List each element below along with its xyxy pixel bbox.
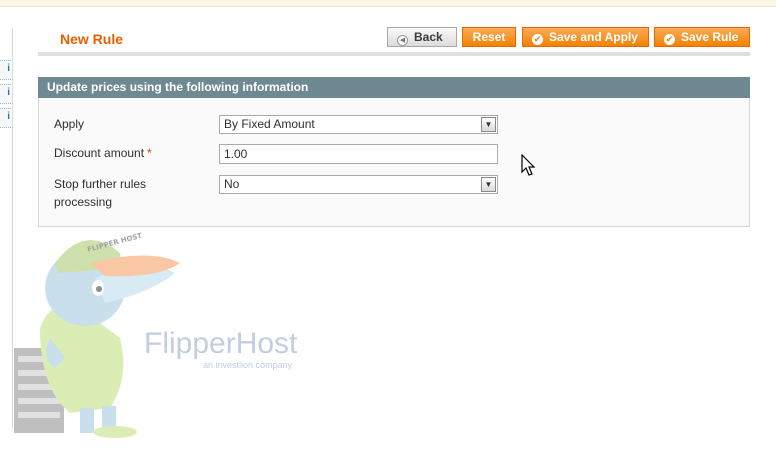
apply-select-value: By Fixed Amount: [224, 117, 315, 131]
back-button[interactable]: ◀ Back: [387, 27, 457, 47]
stop-processing-select[interactable]: No ▼: [219, 175, 498, 194]
stop-processing-label-line1: Stop further rules: [54, 177, 147, 191]
check-icon: ✔: [664, 34, 675, 45]
mouse-pointer-icon: [521, 154, 536, 176]
discount-amount-label: Discount amount *: [54, 144, 152, 162]
discount-amount-label-text: Discount amount: [54, 146, 145, 160]
apply-label: Apply: [54, 117, 85, 131]
discount-amount-input[interactable]: 1.00: [219, 144, 498, 164]
reset-button-label: Reset: [472, 30, 506, 44]
save-rule-label: Save Rule: [681, 30, 739, 44]
check-icon: ✔: [532, 34, 543, 45]
page-title: New Rule: [60, 31, 124, 47]
chevron-down-icon[interactable]: ▼: [481, 177, 496, 192]
reset-button[interactable]: Reset: [462, 27, 516, 47]
stop-processing-select-value: No: [224, 177, 240, 191]
required-marker: *: [147, 146, 152, 160]
save-and-apply-label: Save and Apply: [549, 30, 638, 44]
stop-processing-label: Stop further rules processing: [54, 175, 146, 211]
watermark-tagline: an investlion company: [203, 360, 293, 370]
flipperhost-mascot-watermark: FLIPPER HOST FlipperHost an investlion c…: [14, 232, 298, 438]
save-rule-button[interactable]: ✔ Save Rule: [654, 27, 750, 47]
section-header: Update prices using the following inform…: [38, 77, 750, 98]
apply-select[interactable]: By Fixed Amount ▼: [219, 115, 498, 134]
top-notice-strip: [0, 0, 776, 7]
chevron-down-icon[interactable]: ▼: [481, 117, 496, 132]
title-divider: [38, 52, 750, 56]
stop-processing-label-line2: processing: [54, 195, 113, 209]
watermark-brand: FlipperHost: [144, 327, 298, 360]
sidebar-tab-fragment[interactable]: i: [0, 60, 11, 80]
back-arrow-icon: ◀: [397, 35, 408, 46]
save-and-apply-button[interactable]: ✔ Save and Apply: [522, 27, 649, 47]
back-button-label: Back: [414, 30, 443, 44]
sidebar-tab-fragment[interactable]: i: [0, 84, 11, 104]
sidebar-tab-fragment[interactable]: i: [0, 108, 11, 128]
